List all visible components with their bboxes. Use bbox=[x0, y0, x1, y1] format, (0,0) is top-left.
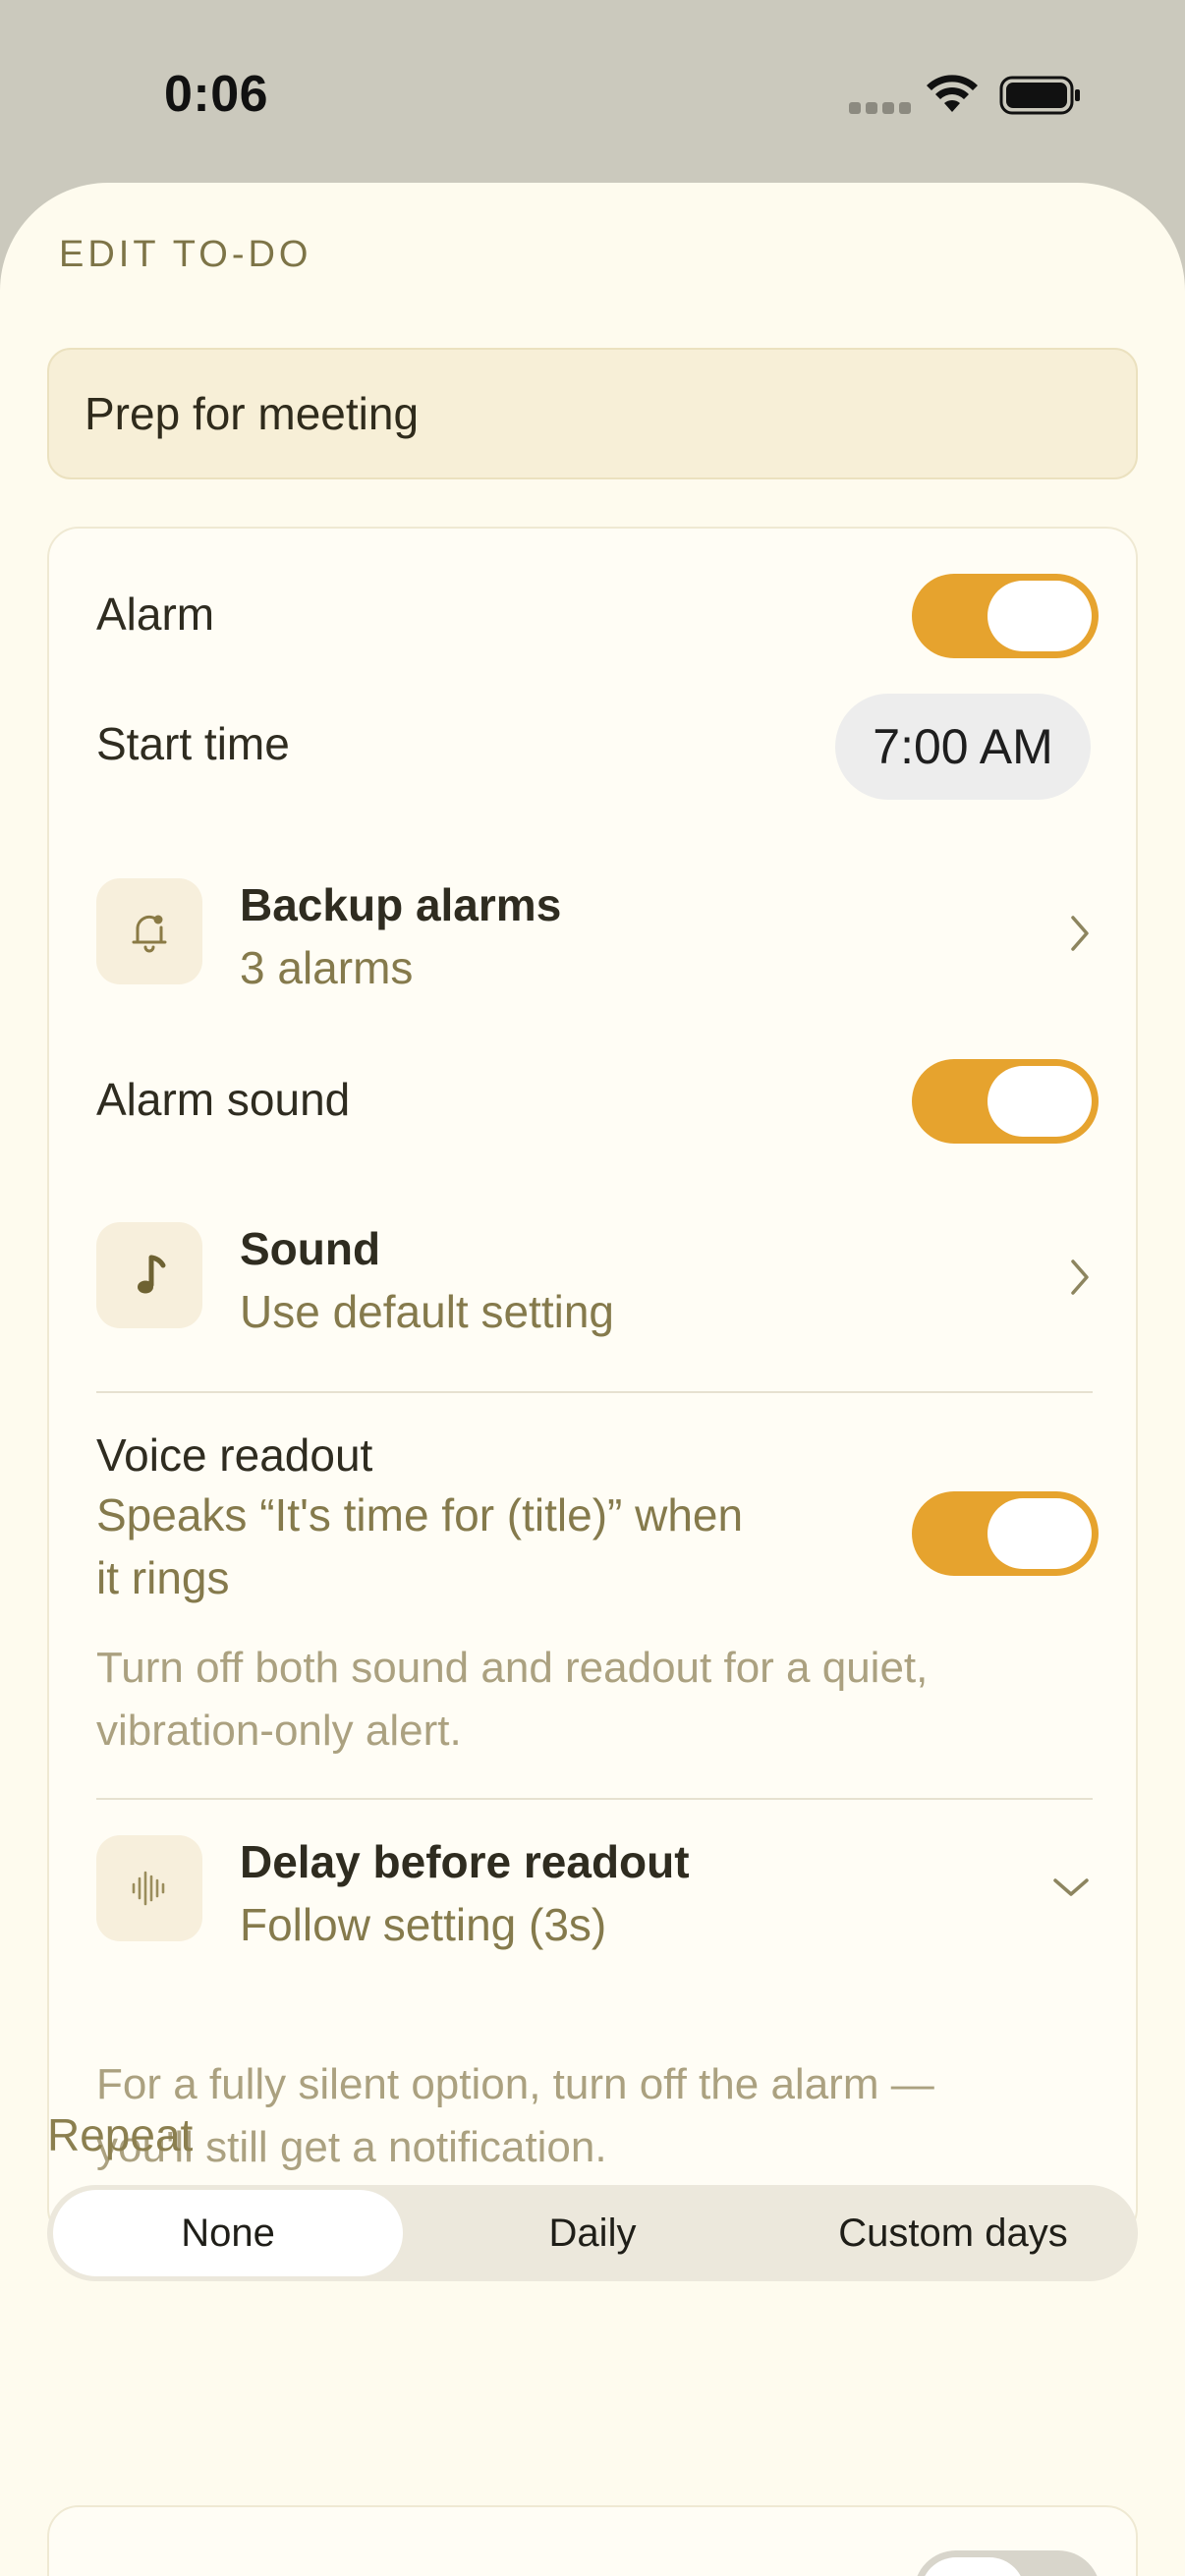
quiet-alert-hint-line1: Turn off both sound and readout for a qu… bbox=[96, 1644, 929, 1692]
backup-alarms-title: Backup alarms bbox=[240, 879, 562, 930]
battery-icon bbox=[999, 76, 1080, 115]
chevron-right-icon bbox=[1071, 916, 1089, 951]
alarm-toggle[interactable] bbox=[912, 574, 1099, 658]
voice-readout-toggle[interactable] bbox=[912, 1491, 1099, 1576]
chevron-down-icon bbox=[1053, 1878, 1089, 1896]
chevron-right-icon bbox=[1071, 1260, 1089, 1295]
repeat-option-none[interactable]: None bbox=[53, 2190, 403, 2276]
repeat-segmented-control: None Daily Custom days bbox=[47, 2185, 1138, 2281]
next-settings-card bbox=[47, 2505, 1138, 2576]
delay-subtitle: Follow setting (3s) bbox=[240, 1899, 607, 1950]
voice-readout-description-line1: Speaks “It's time for (title)” when bbox=[96, 1489, 744, 1540]
alarm-sound-label: Alarm sound bbox=[96, 1074, 351, 1125]
repeat-option-custom-days[interactable]: Custom days bbox=[774, 2190, 1132, 2276]
repeat-option-daily[interactable]: Daily bbox=[421, 2190, 764, 2276]
quiet-alert-hint-line2: vibration-only alert. bbox=[96, 1707, 462, 1755]
alarm-label: Alarm bbox=[96, 588, 215, 640]
music-note-icon bbox=[96, 1222, 202, 1328]
bell-icon bbox=[96, 878, 202, 984]
repeat-label: Repeat bbox=[47, 2109, 194, 2160]
voice-readout-description-line2: it rings bbox=[96, 1552, 230, 1603]
todo-title-input[interactable]: Prep for meeting bbox=[47, 348, 1138, 479]
status-bar: 0:06 bbox=[0, 0, 1185, 187]
voice-readout-label: Voice readout bbox=[96, 1429, 373, 1481]
start-time-picker[interactable]: 7:00 AM bbox=[835, 694, 1091, 800]
waveform-icon bbox=[96, 1835, 202, 1941]
sound-title: Sound bbox=[240, 1223, 381, 1274]
backup-alarms-subtitle: 3 alarms bbox=[240, 942, 414, 993]
alarm-settings-card: Alarm Start time 7:00 AM Backup alarms 3… bbox=[47, 527, 1138, 2240]
settings-toggle[interactable] bbox=[914, 2550, 1100, 2576]
edit-todo-sheet: EDIT TO-DO Prep for meeting Alarm Start … bbox=[0, 183, 1185, 2576]
divider bbox=[96, 1798, 1093, 1800]
delay-title: Delay before readout bbox=[240, 1836, 690, 1887]
status-time: 0:06 bbox=[164, 66, 269, 123]
sound-subtitle: Use default setting bbox=[240, 1286, 615, 1337]
wifi-icon bbox=[927, 75, 978, 112]
silent-hint-line1: For a fully silent option, turn off the … bbox=[96, 2060, 934, 2108]
cellular-signal-icon bbox=[849, 102, 911, 114]
sheet-title: EDIT TO-DO bbox=[59, 234, 312, 275]
alarm-sound-toggle[interactable] bbox=[912, 1059, 1099, 1144]
divider bbox=[96, 1391, 1093, 1393]
start-time-label: Start time bbox=[96, 718, 290, 769]
